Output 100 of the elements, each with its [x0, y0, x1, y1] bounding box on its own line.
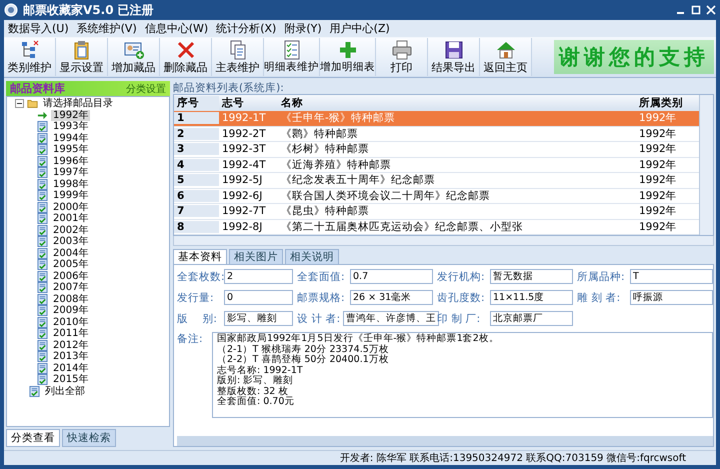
category-settings-link[interactable]: 分类设置: [126, 82, 166, 96]
tree-item[interactable]: 1999年: [51, 190, 90, 202]
maximize-icon[interactable]: [691, 5, 701, 15]
toolbar-button[interactable]: 主表维护: [212, 38, 264, 76]
toolbar-button[interactable]: 类别维护: [4, 38, 56, 76]
table-cell: 6: [174, 190, 219, 202]
table-row[interactable]: 4 1992-4T 《近海养殖》特种邮票 1992年: [174, 158, 699, 173]
window-title: 邮票收藏家V5.0 已注册: [23, 2, 154, 18]
checklist-icon: [37, 282, 48, 294]
tree-item[interactable]: 2008年: [51, 294, 90, 305]
table-row[interactable]: 2 1992-2T 《鹮》特种邮票 1992年: [174, 126, 699, 142]
table-cell-text: 《纪念发表五十周年》纪念邮票: [280, 173, 436, 188]
table-row[interactable]: 6 1992-6J 《联合国人类环境会议二十周年》纪念邮票 1992年: [174, 188, 699, 204]
toolbar-button[interactable]: 返回主页: [480, 38, 532, 76]
column-header[interactable]: 所属类别: [636, 96, 699, 110]
table-cell-text: 《鹮》特种邮票: [280, 126, 359, 141]
note-line: 全套面值: 0.70元: [217, 397, 296, 408]
tree-item[interactable]: 2014年: [51, 362, 90, 374]
tree-item[interactable]: 列出全部: [43, 386, 87, 397]
field-label: 邮票规格:: [297, 290, 346, 304]
tree-item[interactable]: 2001年: [51, 213, 90, 224]
menu-item[interactable]: 数据导入(U): [8, 21, 69, 36]
note-line: （2-1）T 猴桃瑞寿 20分 23374.5万枚: [217, 344, 390, 354]
notes-field[interactable]: 国家邮政局1992年1月5日发行《壬申年-猴》特种邮票1套2枚。 （2-1）T 猴桃瑞寿 20分 23374.5万枚 （2-2）T 喜鹊登梅 50分 20400.1万枚 志号名称: 1992-1T 版别: 影写、雕刻 整版枚数: 32 枚 全套面值: 0.70元: [212, 332, 713, 418]
toolbar-button[interactable]: 打印: [376, 38, 428, 76]
checklist-icon: [37, 202, 48, 213]
tree-item[interactable]: 2002年: [51, 224, 90, 236]
table-cell-text: 1992年: [638, 220, 678, 234]
tree-item[interactable]: 2005年: [51, 259, 90, 270]
table-row[interactable]: 7 1992-7T 《昆虫》特种邮票 1992年: [174, 204, 699, 220]
toolbar-button[interactable]: 增加明细表: [320, 38, 376, 76]
checklist-icon: [37, 294, 48, 305]
table-row[interactable]: 5 1992-5J 《纪念发表五十周年》纪念邮票 1992年: [174, 173, 699, 188]
tree-item[interactable]: 2003年: [51, 236, 90, 248]
tree-item[interactable]: 1995年: [51, 144, 90, 156]
close-icon[interactable]: [706, 5, 716, 15]
input-field[interactable]: 26 × 31毫米: [350, 290, 433, 305]
input-field[interactable]: 2: [224, 269, 293, 284]
toolbar-button[interactable]: 显示设置: [56, 38, 108, 76]
tree-item[interactable]: 2010年: [51, 316, 90, 328]
checklist-icon: [37, 248, 48, 259]
menu-item[interactable]: 统计分析(X): [216, 21, 276, 36]
tree-item[interactable]: 2009年: [51, 305, 90, 316]
table-row[interactable]: 3 1992-3T 《杉树》特种邮票 1992年: [174, 142, 699, 158]
table-cell: 5: [174, 174, 219, 186]
table-row[interactable]: 1 1992-1T 《壬申年-猴》特种邮票 1992年: [174, 111, 699, 126]
horizontal-scrollbar[interactable]: [177, 436, 713, 446]
input-field[interactable]: 0: [224, 290, 293, 305]
tree-item[interactable]: 1997年: [51, 167, 90, 178]
tree-item[interactable]: 2012年: [51, 340, 90, 351]
tab[interactable]: 分类查看: [6, 429, 60, 447]
tree-item[interactable]: 1994年: [51, 132, 90, 144]
field-label: 全套面值:: [297, 270, 346, 284]
table-cell: 7: [174, 205, 219, 218]
menu-item[interactable]: 附录(Y): [284, 21, 322, 36]
clipboard-icon: [72, 40, 92, 60]
vertical-scrollbar[interactable]: [699, 95, 713, 235]
input-field[interactable]: 呼振源: [630, 290, 713, 305]
toolbar-button[interactable]: 删除藏品: [160, 38, 212, 76]
input-field[interactable]: 11×11.5度: [490, 290, 573, 305]
checklist-icon: [37, 236, 48, 248]
field-label: 所属品种:: [577, 270, 626, 284]
tree-item[interactable]: 2013年: [51, 351, 90, 362]
tree-item[interactable]: 2000年: [51, 202, 90, 213]
input-field[interactable]: 暂无数据: [490, 269, 573, 284]
menu-item[interactable]: 用户中心(Z): [330, 21, 390, 36]
column-header[interactable]: 序号: [174, 96, 219, 110]
horizontal-scrollbar[interactable]: [173, 236, 714, 246]
tab[interactable]: 相关说明: [285, 249, 339, 264]
menu-item[interactable]: 系统维护(V): [76, 21, 137, 36]
field-label: 全套枚数:: [177, 270, 221, 284]
plus-icon: [338, 40, 358, 60]
toolbar-button[interactable]: 结果导出: [428, 38, 480, 76]
table-cell-text: 1992年: [638, 111, 678, 126]
table-cell-text: 1992-1T: [221, 112, 267, 124]
tab[interactable]: 快速检索: [62, 429, 116, 447]
input-field[interactable]: T: [630, 269, 713, 284]
column-header[interactable]: 志号: [219, 96, 278, 110]
collapse-icon[interactable]: [15, 99, 24, 108]
note-line: 志号名称: 1992-1T: [217, 366, 304, 376]
tree-item[interactable]: 1992年: [51, 110, 90, 121]
tab[interactable]: 相关图片: [229, 249, 283, 264]
tree-item[interactable]: 2011年: [51, 328, 90, 340]
input-field[interactable]: 0.7: [350, 269, 433, 284]
tree-item[interactable]: 请选择邮品目录: [41, 98, 115, 110]
tab[interactable]: 基本资料: [173, 249, 227, 264]
menu-item[interactable]: 信息中心(W): [144, 21, 208, 36]
toolbar-button[interactable]: 明细表维护: [264, 38, 320, 76]
input-field[interactable]: 北京邮票厂: [490, 311, 573, 326]
tree-item[interactable]: 1996年: [51, 156, 90, 167]
column-header[interactable]: 名称: [278, 96, 636, 110]
tree-item[interactable]: 1993年: [51, 121, 90, 132]
table-row[interactable]: 8 1992-8J 《第二十五届奥林匹克运动会》纪念邮票、小型张 1992年: [174, 220, 699, 235]
tree-item[interactable]: 2015年: [51, 374, 90, 386]
toolbar-button[interactable]: 增加藏品: [108, 38, 160, 76]
input-field[interactable]: 影写、雕刻: [224, 311, 293, 326]
tree-item[interactable]: 2004年: [51, 248, 90, 259]
tree-item[interactable]: 2007年: [51, 282, 90, 294]
tree-item[interactable]: 1998年: [51, 178, 90, 190]
tree-item[interactable]: 2006年: [51, 270, 90, 282]
